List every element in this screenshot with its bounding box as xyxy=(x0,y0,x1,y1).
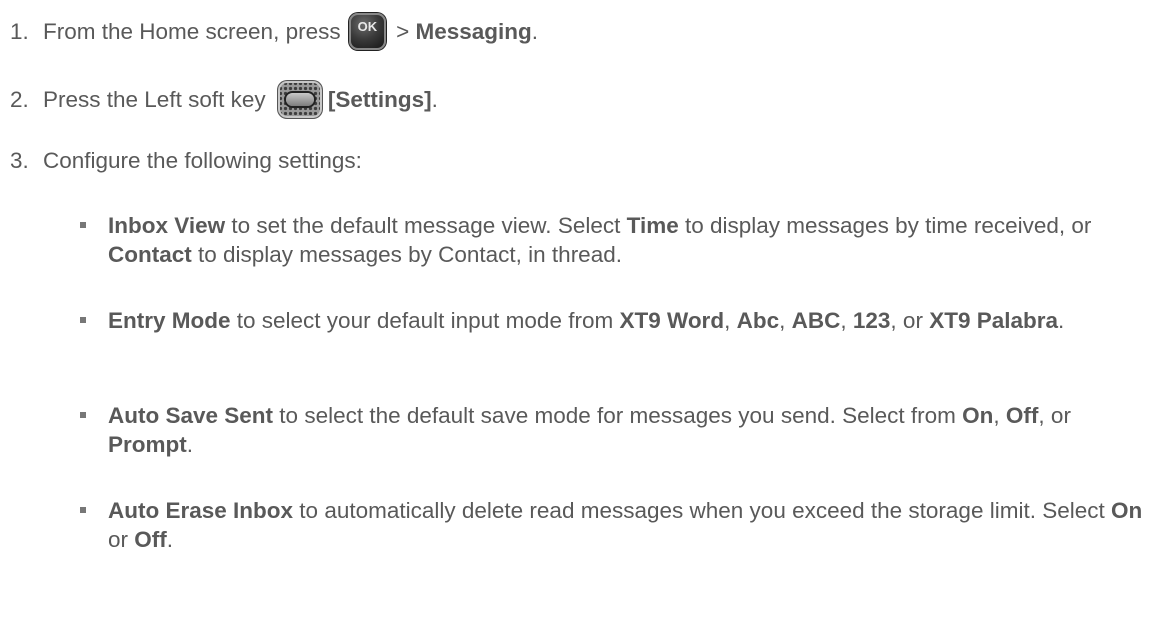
step-3: 3. Configure the following settings: xyxy=(10,146,362,175)
step-text: Configure the following settings: xyxy=(43,148,362,173)
text-run: , xyxy=(993,403,1006,428)
text-run: to automatically delete read messages wh… xyxy=(293,498,1111,523)
step-number: 3. xyxy=(10,148,29,173)
text-run: to set the default message view. Select xyxy=(225,213,627,238)
option-label: Prompt xyxy=(108,432,187,457)
text-run: to select the default save mode for mess… xyxy=(273,403,963,428)
setting-name: Inbox View xyxy=(108,213,226,238)
text-run: , or xyxy=(1038,403,1071,428)
left-soft-key-icon xyxy=(277,81,322,118)
ok-key-label: OK xyxy=(357,19,378,34)
setting-description: Inbox View to set the default message vi… xyxy=(108,211,1160,269)
text-run: or xyxy=(108,527,135,552)
step-text: Press the Left soft key xyxy=(43,87,272,112)
messaging-label: Messaging xyxy=(415,19,532,44)
setting-name: Auto Save Sent xyxy=(108,403,274,428)
text-run: . xyxy=(166,527,174,552)
option-label: XT9 Palabra xyxy=(929,308,1059,333)
setting-description: Entry Mode to select your default input … xyxy=(108,306,1160,335)
option-label: On xyxy=(1111,498,1143,523)
setting-description: Auto Erase Inbox to automatically delete… xyxy=(108,496,1160,554)
text-run: . xyxy=(1058,308,1065,333)
step-text: From the Home screen, press xyxy=(43,19,347,44)
step-2: 2. Press the Left soft key [Settings]. xyxy=(10,81,438,118)
setting-auto-save-sent: Auto Save Sent to select the default sav… xyxy=(80,401,1160,459)
text-run: , or xyxy=(890,308,930,333)
option-label: Off xyxy=(134,527,167,552)
text-run: , xyxy=(779,308,792,333)
setting-auto-erase-inbox: Auto Erase Inbox to automatically delete… xyxy=(80,496,1160,554)
settings-label: [Settings] xyxy=(327,87,432,112)
text-run: , xyxy=(724,308,737,333)
option-label: 123 xyxy=(852,308,891,333)
setting-entry-mode: Entry Mode to select your default input … xyxy=(80,306,1160,335)
bullet-icon xyxy=(80,412,86,418)
option-label: On xyxy=(962,403,994,428)
bullet-icon xyxy=(80,507,86,513)
bullet-icon xyxy=(80,222,86,228)
step-text: . xyxy=(531,19,539,44)
text-run: . xyxy=(186,432,194,457)
text-run: to select your default input mode from xyxy=(230,308,620,333)
step-number: 1. xyxy=(10,19,29,44)
step-text: . xyxy=(431,87,438,112)
option-label: Abc xyxy=(736,308,780,333)
step-number: 2. xyxy=(10,87,29,112)
option-label: Contact xyxy=(108,242,192,267)
step-1: 1. From the Home screen, press OK > Messa… xyxy=(10,13,538,50)
text-run: , xyxy=(840,308,853,333)
bullet-icon xyxy=(80,317,86,323)
setting-description: Auto Save Sent to select the default sav… xyxy=(108,401,1160,459)
text-run: to display messages by time received, or xyxy=(678,213,1092,238)
option-label: Time xyxy=(626,213,679,238)
setting-inbox-view: Inbox View to set the default message vi… xyxy=(80,211,1160,269)
step-text: > xyxy=(389,19,416,44)
setting-name: Auto Erase Inbox xyxy=(108,498,294,523)
option-label: XT9 Word xyxy=(619,308,725,333)
option-label: ABC xyxy=(791,308,841,333)
setting-name: Entry Mode xyxy=(108,308,231,333)
text-run: to display messages by Contact, in threa… xyxy=(191,242,622,267)
ok-key-icon: OK xyxy=(348,13,386,50)
option-label: Off xyxy=(1005,403,1039,428)
